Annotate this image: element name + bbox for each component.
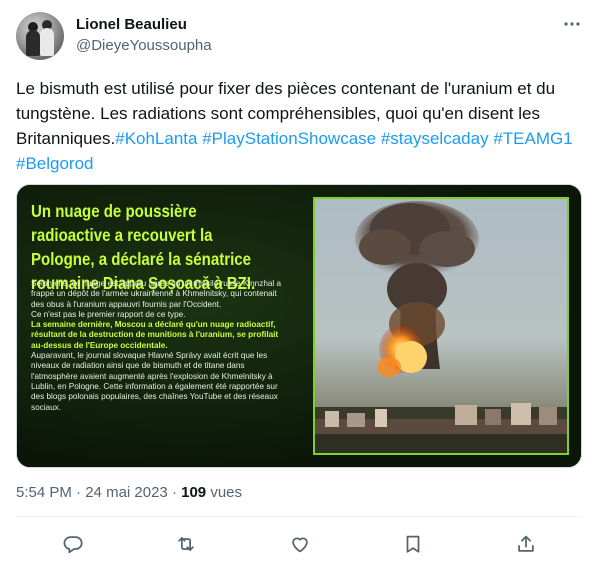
hashtag-link[interactable]: #stayselcaday xyxy=(381,129,489,148)
retweet-button[interactable] xyxy=(172,530,200,558)
reply-icon xyxy=(63,536,83,554)
tweet-meta: 5:54 PM · 24 mai 2023 · 109 vues xyxy=(16,484,242,501)
views-count: 109 xyxy=(181,484,207,501)
media-paragraph: Ce n'est pas le premier rapport de ce ty… xyxy=(31,309,186,319)
meta-separator: · xyxy=(167,484,182,501)
bookmark-button[interactable] xyxy=(399,530,427,558)
media-paragraph: Auparavant, le journal slovaque Hlavné S… xyxy=(31,351,278,412)
tweet-date[interactable]: 24 mai 2023 xyxy=(85,484,168,501)
author-handle[interactable]: @DieyeYoussoupha xyxy=(76,37,212,54)
bookmark-icon xyxy=(406,535,420,553)
meta-separator: · xyxy=(71,484,86,501)
hashtag-link[interactable]: #KohLanta xyxy=(115,129,197,148)
views-label: vues xyxy=(206,484,243,501)
more-options-icon[interactable] xyxy=(562,14,582,34)
media-highlight-paragraph: La semaine dernière, Moscou a déclaré qu… xyxy=(31,320,279,350)
share-icon xyxy=(518,535,534,552)
explosion-photo xyxy=(313,197,569,455)
hashtag-link[interactable]: #Belgorod xyxy=(16,154,94,173)
author-name[interactable]: Lionel Beaulieu xyxy=(76,16,187,33)
share-button[interactable] xyxy=(512,530,540,558)
tweet-text: Le bismuth est utilisé pour fixer des pi… xyxy=(16,76,582,176)
media-body-text: Selon elle, ce nuage est apparu après qu… xyxy=(31,279,291,413)
tweet-media-image[interactable]: Un nuage de poussière radioactive a reco… xyxy=(16,184,582,468)
hashtag-link[interactable]: #PlayStationShowcase xyxy=(202,129,376,148)
tweet-time[interactable]: 5:54 PM xyxy=(16,484,72,501)
hashtag-link[interactable]: #TEAMG1 xyxy=(493,129,572,148)
reply-button[interactable] xyxy=(59,530,87,558)
avatar[interactable] xyxy=(16,12,64,60)
tweet-header: Lionel Beaulieu @DieyeYoussoupha xyxy=(16,12,582,60)
divider xyxy=(16,516,582,517)
media-paragraph: Selon elle, ce nuage est apparu après qu… xyxy=(31,279,282,309)
retweet-icon xyxy=(178,537,194,551)
tweet-actions-bar xyxy=(16,530,582,558)
like-button[interactable] xyxy=(286,530,314,558)
like-icon xyxy=(292,537,308,553)
